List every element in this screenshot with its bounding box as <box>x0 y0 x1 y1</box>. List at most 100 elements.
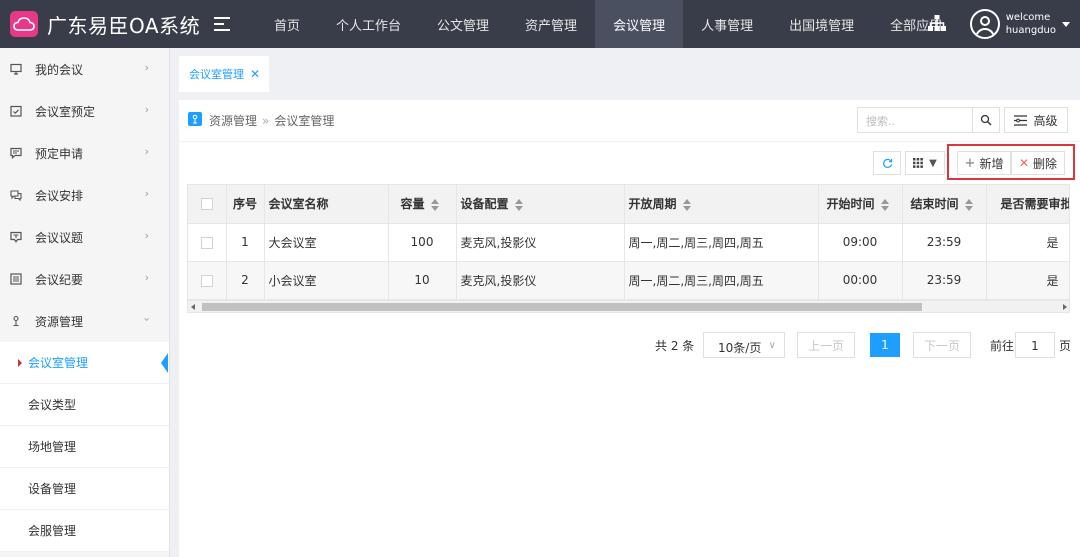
table-header-row: 序号 会议室名称 容量 设备配置 开放周期 开始时间 结束时间 是否需要审批 <box>188 185 1069 224</box>
column-header-label: 结束时间 <box>910 197 959 212</box>
cell-start-time: 09:00 <box>818 223 903 262</box>
nav-meeting-management[interactable]: 会议管理 <box>595 0 684 48</box>
sidebar-subitem-meeting-service-management[interactable]: 会服管理 <box>0 510 169 552</box>
cell-name: 小会议室 <box>264 261 389 300</box>
cell-no: 1 <box>226 223 265 262</box>
cell-period: 周一,周二,周三,周四,周五 <box>624 223 819 262</box>
sidebar-subitem-label: 会议室管理 <box>28 356 89 370</box>
column-header-equipment[interactable]: 设备配置 <box>456 185 625 224</box>
cell-approval: 是 <box>986 223 1069 262</box>
column-header-period[interactable]: 开放周期 <box>624 185 819 224</box>
add-button[interactable]: + 新增 <box>957 151 1011 175</box>
cell-name: 大会议室 <box>264 223 389 262</box>
column-toggle-button[interactable]: ▼ <box>905 151 945 175</box>
grid-icon <box>913 158 924 168</box>
sidebar-subitem-label: 场地管理 <box>28 440 77 454</box>
sidebar-item-label: 预定申请 <box>35 146 84 161</box>
advanced-label: 高级 <box>1033 113 1058 128</box>
scroll-right-icon[interactable] <box>1063 304 1067 310</box>
column-header-name: 会议室名称 <box>264 185 389 224</box>
column-header-start-time[interactable]: 开始时间 <box>818 185 903 224</box>
column-header-end-time[interactable]: 结束时间 <box>902 185 987 224</box>
cell-start-time: 00:00 <box>818 261 903 300</box>
next-page-button[interactable]: 下一页 <box>913 332 971 358</box>
username: huangduo <box>1005 25 1056 36</box>
org-chart-icon[interactable] <box>927 14 946 34</box>
delete-label: 删除 <box>1033 156 1058 171</box>
chevron-right-icon: › <box>144 145 149 158</box>
sidebar-subitem-room-management[interactable]: 会议室管理 <box>0 342 169 384</box>
sidebar-subitem-venue-management[interactable]: 场地管理 <box>0 426 169 468</box>
column-header-label: 容量 <box>400 197 425 212</box>
sort-icon[interactable] <box>514 198 523 211</box>
sort-icon[interactable] <box>682 198 691 211</box>
page-size-select[interactable]: 10条/页 ∨ <box>703 332 785 358</box>
sort-icon[interactable] <box>430 198 439 211</box>
row-checkbox[interactable] <box>188 223 227 262</box>
column-header-label: 设备配置 <box>460 197 509 212</box>
sidebar-item-resource-management[interactable]: 资源管理 › <box>0 300 169 342</box>
user-info[interactable]: welcome huangduo <box>1006 11 1056 37</box>
chevron-right-icon: › <box>144 271 149 284</box>
sidebar-subitem-label: 设备管理 <box>28 482 77 496</box>
active-pointer-icon <box>161 353 168 373</box>
delete-button[interactable]: ✕ 删除 <box>1011 151 1065 175</box>
chevron-right-icon: › <box>144 229 149 242</box>
table-row[interactable]: 1 大会议室 100 麦克风,投影仪 周一,周二,周三,周四,周五 09:00 … <box>188 223 1069 262</box>
sidebar-item-label: 资源管理 <box>35 314 84 329</box>
nav-asset-management[interactable]: 资产管理 <box>507 0 595 48</box>
sort-icon[interactable] <box>964 198 973 211</box>
tab-bar: 会议室管理 ✕ <box>171 48 1080 92</box>
sort-icon[interactable] <box>880 198 889 211</box>
table-toolbar: ▼ + 新增 ✕ 删除 <box>179 144 1080 180</box>
sidebar-item-room-booking[interactable]: 会议室预定 › <box>0 90 169 132</box>
nav-document-management[interactable]: 公文管理 <box>419 0 507 48</box>
logo[interactable]: 广东易臣OA系统 <box>0 0 240 48</box>
user-dropdown-icon[interactable] <box>1062 21 1070 27</box>
app-title: 广东易臣OA系统 <box>47 13 201 38</box>
breadcrumb-parent[interactable]: 资源管理 <box>209 114 257 128</box>
nav-hr-management[interactable]: 人事管理 <box>683 0 771 48</box>
column-header-capacity[interactable]: 容量 <box>388 185 457 224</box>
close-icon[interactable]: ✕ <box>250 67 260 81</box>
sidebar-item-label: 我的会议 <box>35 62 84 77</box>
top-nav: 首页 个人工作台 公文管理 资产管理 会议管理 人事管理 出国境管理 全部应用 <box>256 0 960 48</box>
cell-equipment: 麦克风,投影仪 <box>456 223 625 262</box>
sidebar-item-meeting-minutes[interactable]: 会议纪要 › <box>0 258 169 300</box>
scrollbar-thumb[interactable] <box>202 303 922 311</box>
cell-capacity: 100 <box>388 223 457 262</box>
filter-lines-icon <box>1014 114 1028 126</box>
search-input[interactable]: 搜索.. <box>857 107 973 133</box>
cell-end-time: 23:59 <box>902 223 987 262</box>
chevron-right-icon: › <box>144 61 149 74</box>
row-checkbox[interactable] <box>188 261 227 300</box>
search-button[interactable] <box>972 107 1000 133</box>
page-number-current[interactable]: 1 <box>870 333 900 357</box>
total-count: 共 2 条 <box>655 339 695 353</box>
refresh-button[interactable] <box>873 151 901 175</box>
sidebar-subitem-label: 会议类型 <box>28 398 77 412</box>
sidebar-item-meeting-arrangement[interactable]: 会议安排 › <box>0 174 169 216</box>
cell-no: 2 <box>226 261 265 300</box>
nav-overseas-management[interactable]: 出国境管理 <box>771 0 872 48</box>
goto-page-input[interactable]: 1 <box>1015 332 1055 358</box>
select-all-checkbox[interactable] <box>188 185 227 224</box>
sidebar-subitem-equipment-management[interactable]: 设备管理 <box>0 468 169 510</box>
nav-personal-workbench[interactable]: 个人工作台 <box>318 0 419 48</box>
sidebar-subitem-meeting-types[interactable]: 会议类型 <box>0 384 169 426</box>
sidebar-item-my-meetings[interactable]: 我的会议 › <box>0 48 169 90</box>
prev-page-button[interactable]: 上一页 <box>797 332 855 358</box>
scroll-left-icon[interactable] <box>191 304 195 310</box>
menu-toggle-icon[interactable] <box>214 17 231 31</box>
advanced-search-button[interactable]: 高级 <box>1004 107 1068 133</box>
sidebar-item-booking-request[interactable]: 预定申请 › <box>0 132 169 174</box>
sidebar-item-meeting-topics[interactable]: 会议议题 › <box>0 216 169 258</box>
page-unit-label: 页 <box>1059 339 1072 353</box>
sidebar: 我的会议 › 会议室预定 › 预定申请 › 会议安排 › 会议议题 › 会议纪要… <box>0 48 170 557</box>
horizontal-scrollbar[interactable] <box>188 300 1069 312</box>
table-row[interactable]: 2 小会议室 10 麦克风,投影仪 周一,周二,周三,周四,周五 00:00 2… <box>188 261 1069 300</box>
tab-room-management[interactable]: 会议室管理 ✕ <box>179 56 269 92</box>
breadcrumb-separator: » <box>262 114 270 128</box>
avatar[interactable] <box>969 9 1000 39</box>
nav-home[interactable]: 首页 <box>256 0 318 48</box>
